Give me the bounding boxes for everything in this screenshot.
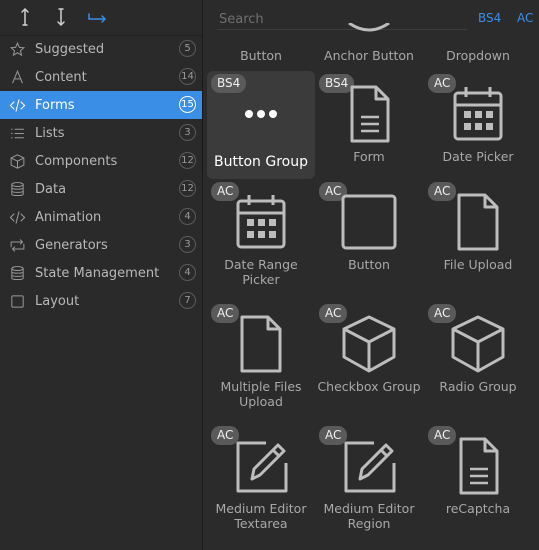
- sidebar-item-animation[interactable]: Animation 4: [0, 203, 202, 231]
- move-down-icon[interactable]: [49, 5, 73, 29]
- database-icon: [8, 180, 26, 198]
- edit-icon: [207, 435, 315, 497]
- move-up-icon[interactable]: [13, 5, 37, 29]
- component-label: File Upload: [443, 257, 513, 272]
- cube-icon: [8, 152, 26, 170]
- count-badge: 12: [179, 152, 196, 169]
- component-label: Date Picker: [442, 149, 514, 164]
- code-icon: [8, 96, 26, 114]
- count-badge: 3: [179, 124, 196, 141]
- file-icon: [424, 191, 532, 253]
- category-list: Suggested 5 Content 14 Forms 15 Lists 3 Componen…: [0, 35, 202, 315]
- component-tile-recaptcha[interactable]: AC reCaptcha: [424, 423, 532, 531]
- component-label: Anchor Button: [324, 48, 414, 63]
- sidebar-item-suggested[interactable]: Suggested 5: [0, 35, 202, 63]
- count-badge: 15: [179, 96, 196, 113]
- list-icon: [8, 124, 26, 142]
- component-label: Dropdown: [446, 48, 510, 63]
- component-label: Checkbox Group: [317, 379, 421, 394]
- component-panel: BS4 AC Button Anchor Button Dropdown BS4…: [203, 0, 539, 550]
- component-tile-radio-group[interactable]: AC Radio Group: [424, 301, 532, 409]
- component-label: Medium Editor Region: [323, 501, 415, 531]
- database-icon: [8, 264, 26, 282]
- sidebar-item-label: Generators: [35, 237, 108, 253]
- component-label: Button Group: [214, 154, 308, 170]
- count-badge: 4: [179, 208, 196, 225]
- file-icon: [207, 313, 315, 375]
- star-icon: [8, 40, 26, 58]
- calendar-icon: [424, 83, 532, 145]
- sidebar-item-label: State Management: [35, 265, 160, 281]
- sidebar-item-data[interactable]: Data 12: [0, 175, 202, 203]
- sidebar-item-label: Lists: [35, 125, 65, 141]
- sidebar-toolbar: [0, 0, 202, 36]
- sidebar-item-generators[interactable]: Generators 3: [0, 231, 202, 259]
- component-tile-file-upload[interactable]: AC File Upload: [424, 179, 532, 287]
- component-tile-date-picker[interactable]: AC Date Picker: [424, 71, 532, 179]
- component-label: Button: [240, 48, 282, 63]
- sidebar-item-forms[interactable]: Forms 15: [0, 91, 202, 119]
- count-badge: 12: [179, 180, 196, 197]
- sidebar-item-content[interactable]: Content 14: [0, 63, 202, 91]
- anchor-button-icon: [348, 23, 390, 32]
- component-tile-date-range-picker[interactable]: AC Date Range Picker: [207, 179, 315, 287]
- component-tile-multiple-files-upload[interactable]: AC Multiple Files Upload: [207, 301, 315, 409]
- square-icon: [315, 191, 423, 253]
- count-badge: 4: [179, 264, 196, 281]
- component-label: Medium Editor Textarea: [215, 501, 307, 531]
- sidebar-item-components[interactable]: Components 12: [0, 147, 202, 175]
- count-badge: 7: [179, 292, 196, 309]
- code-icon: [8, 208, 26, 226]
- square-icon: [8, 292, 26, 310]
- sidebar-item-lists[interactable]: Lists 3: [0, 119, 202, 147]
- component-tile-medium-editor-textarea[interactable]: AC Medium Editor Textarea: [207, 423, 315, 531]
- document-icon: [315, 83, 423, 145]
- loop-icon: [8, 236, 26, 254]
- sidebar-item-label: Components: [35, 153, 118, 169]
- category-sidebar: Suggested 5 Content 14 Forms 15 Lists 3 Componen…: [0, 0, 203, 550]
- component-tile-button-group[interactable]: BS4 Button Group: [207, 71, 315, 179]
- component-tile-medium-editor-region[interactable]: AC Medium Editor Region: [315, 423, 423, 531]
- count-badge: 3: [179, 236, 196, 253]
- component-tile-checkbox-group[interactable]: AC Checkbox Group: [315, 301, 423, 409]
- component-tile-form[interactable]: BS4 Form: [315, 71, 423, 179]
- component-label: Form: [353, 149, 385, 164]
- sidebar-item-state-management[interactable]: State Management 4: [0, 259, 202, 287]
- app-window: Suggested 5 Content 14 Forms 15 Lists 3 Componen…: [0, 0, 539, 550]
- cube-icon: [424, 313, 532, 375]
- component-label: Date Range Picker: [224, 257, 298, 287]
- cube-icon: [315, 313, 423, 375]
- component-label: reCaptcha: [445, 501, 511, 516]
- sidebar-item-label: Forms: [35, 97, 75, 113]
- sidebar-item-label: Suggested: [35, 41, 105, 57]
- sidebar-item-label: Content: [35, 69, 87, 85]
- component-label: Button: [348, 257, 390, 272]
- edit-icon: [315, 435, 423, 497]
- component-tile-button[interactable]: AC Button: [315, 179, 423, 287]
- sidebar-item-layout[interactable]: Layout 7: [0, 287, 202, 315]
- component-label: Multiple Files Upload: [220, 379, 302, 409]
- count-badge: 14: [179, 68, 196, 85]
- move-right-icon[interactable]: [85, 5, 109, 29]
- count-badge: 5: [179, 40, 196, 57]
- sidebar-item-label: Layout: [35, 293, 80, 309]
- component-grid: Button Anchor Button Dropdown BS4 Button …: [203, 23, 539, 550]
- calendar-icon: [207, 191, 315, 253]
- sidebar-item-label: Animation: [35, 209, 102, 225]
- dots-icon: [207, 83, 315, 145]
- document-icon: [424, 435, 532, 497]
- sidebar-item-label: Data: [35, 181, 67, 197]
- component-label: Radio Group: [439, 379, 517, 394]
- text-icon: [8, 68, 26, 86]
